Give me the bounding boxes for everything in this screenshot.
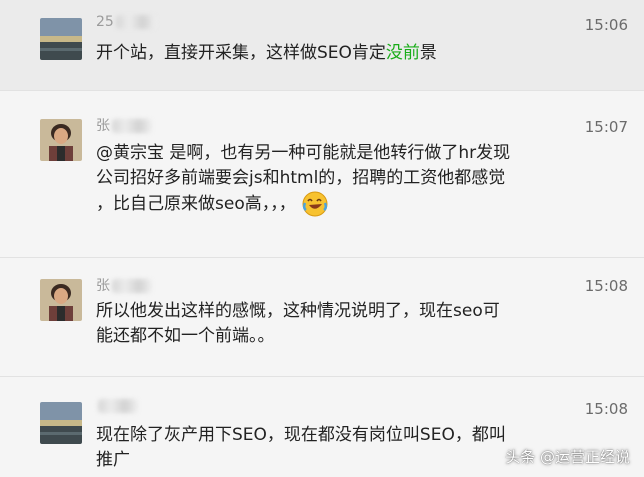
watermark: 头条 @运营正经说 [505, 448, 630, 466]
chat-message: 25 15:06 开个站，直接开采集，这样做SEO肯定没前景 [0, 0, 644, 90]
message-time: 15:08 [584, 400, 628, 418]
sender-name [96, 398, 138, 414]
laughing-crying-emoji-icon [302, 191, 328, 217]
message-time: 15:07 [584, 118, 628, 136]
avatar[interactable] [40, 119, 82, 161]
chat-message: 张 15:08 所以他发出这样的感慨，这种情况说明了，现在seo可 能还都不如一… [0, 258, 644, 376]
sender-name: 张 [96, 115, 152, 135]
avatar[interactable] [40, 18, 82, 60]
chat-message: 张 15:07 @黄宗宝 是啊，也有另一种可能就是他转行做了hr发现 公司招好多… [0, 91, 644, 257]
message-text: 现在除了灰产用下SEO，现在都没有岗位叫SEO，都叫 推广 [96, 425, 506, 470]
avatar[interactable] [40, 402, 82, 444]
sender-name: 张 [96, 275, 152, 295]
highlighted-text: 没前 [385, 43, 420, 63]
message-text: @黄宗宝 是啊，也有另一种可能就是他转行做了hr发现 公司招好多前端要会js和h… [96, 141, 566, 217]
message-text: 开个站，直接开采集，这样做SEO肯定没前景 [96, 43, 437, 63]
message-text: 所以他发出这样的感慨，这种情况说明了，现在seo可 能还都不如一个前端。。 [96, 301, 500, 346]
message-time: 15:06 [584, 16, 628, 34]
sender-name: 25 [96, 14, 156, 30]
avatar[interactable] [40, 279, 82, 321]
message-time: 15:08 [584, 277, 628, 295]
